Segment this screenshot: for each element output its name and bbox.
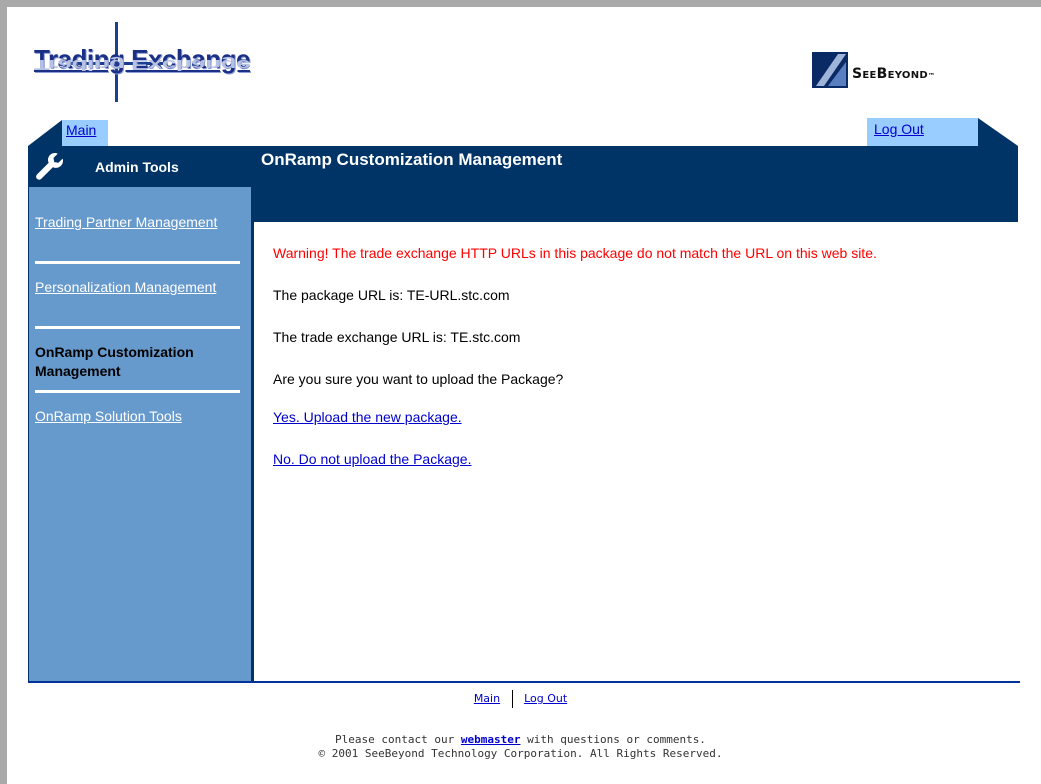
window-frame-top [0,0,1041,7]
tab-left-corner [28,120,62,146]
sidebar-divider [35,261,240,264]
webmaster-link[interactable]: webmaster [461,733,521,746]
contact-line: Please contact our webmaster with questi… [0,733,1041,747]
brand-name: SeeBeyond [852,66,929,82]
sidebar-title: Admin Tools [95,159,179,175]
sidebar-link-trading-partner-management[interactable]: Trading Partner Management [35,214,217,230]
trading-exchange-logo: Trading Exchange Trading Exchange [30,22,280,102]
tab-logout[interactable]: Log Out [867,118,978,146]
footer-main-link[interactable]: Main [474,692,500,705]
logo-reflection: Trading Exchange [34,56,250,74]
confirm-question: Are you sure you want to upload the Pack… [273,371,564,387]
sidebar-label-onramp-customization-management: OnRamp Customization Management [35,344,194,379]
sidebar-divider [35,326,240,329]
contact-prefix: Please contact our [335,733,455,746]
exchange-url-text: The trade exchange URL is: TE.stc.com [273,329,521,345]
brand-trademark: ™ [928,72,936,80]
main-header: OnRamp Customization Management [253,146,1018,222]
admin-sidebar: Admin Tools Trading Partner Management P… [28,146,254,682]
brand-text: SeeBeyond™ [852,66,935,82]
no-upload-link[interactable]: No. Do not upload the Package. [273,451,471,467]
yes-upload-link[interactable]: Yes. Upload the new package. [273,409,462,425]
page-title: OnRamp Customization Management [261,150,563,169]
seebeyond-logo: SeeBeyond™ [808,52,1008,88]
sidebar-link-onramp-solution-tools[interactable]: OnRamp Solution Tools [35,408,182,424]
warning-message: Warning! The trade exchange HTTP URLs in… [273,245,877,261]
copyright-text: © 2001 SeeBeyond Technology Corporation.… [318,747,723,760]
sidebar-link-personalization-management[interactable]: Personalization Management [35,279,216,295]
package-url-text: The package URL is: TE-URL.stc.com [273,287,510,303]
tab-right-corner [978,118,1018,146]
footer-logout-link[interactable]: Log Out [524,692,567,705]
tab-main[interactable]: Main [62,120,108,146]
main-tab-link[interactable]: Main [66,122,96,138]
contact-suffix: with questions or comments. [527,733,706,746]
footer-link-separator [511,690,513,708]
sidebar-item-onramp-solution-tools[interactable]: OnRamp Solution Tools [35,407,240,426]
footer-note: Please contact our webmaster with questi… [0,733,1041,761]
window-frame-left [0,0,7,784]
sidebar-item-trading-partner-management[interactable]: Trading Partner Management [35,213,240,232]
footer-nav: Main Log Out [0,690,1041,708]
sidebar-divider [35,390,240,393]
sidebar-item-onramp-customization-management: OnRamp Customization Management [35,343,240,381]
wrench-icon [36,153,63,180]
logout-tab-link[interactable]: Log Out [874,121,924,137]
footer-divider [28,681,1020,683]
sidebar-item-personalization-management[interactable]: Personalization Management [35,278,240,297]
seebeyond-logo-icon [812,52,848,88]
sidebar-header: Admin Tools [29,147,251,187]
